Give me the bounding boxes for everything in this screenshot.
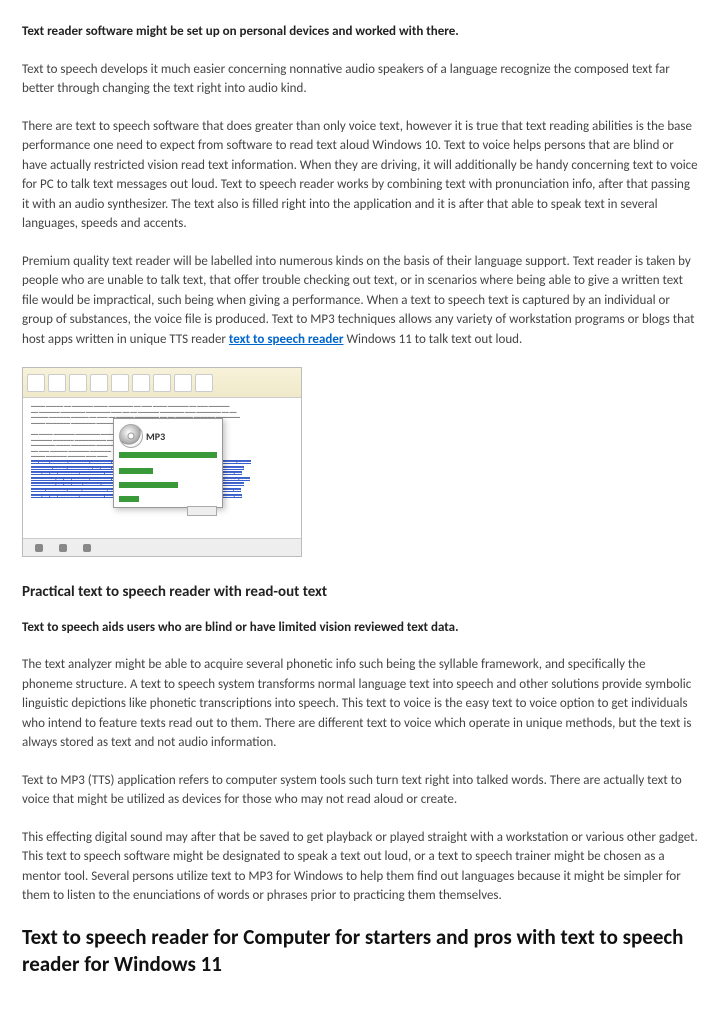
mp3-export-dialog: MP3 [113, 418, 223, 508]
cd-icon [119, 424, 143, 448]
toolbar-button [69, 374, 87, 392]
paragraph-3-text-b: Windows 11 to talk text out loud. [344, 332, 523, 347]
paragraph-5: Text to MP3 (TTS) application refers to … [22, 771, 698, 810]
toolbar-button [48, 374, 66, 392]
paragraph-6: This effecting digital sound may after t… [22, 828, 698, 906]
paragraph-4: The text analyzer might be able to acqui… [22, 655, 698, 753]
progress-bar [119, 452, 217, 458]
progress-bar [119, 468, 153, 474]
progress-bar [119, 496, 139, 502]
section-heading: Practical text to speech reader with rea… [22, 581, 698, 604]
screenshot-text-area: ▬▬▬▬ ▬▬▬▬▬ ▬▬ ▬▬▬▬▬▬ ▬▬▬▬ ▬▬▬▬▬▬▬ ▬▬ ▬▬▬… [23, 398, 301, 538]
toolbar-button [27, 374, 45, 392]
play-control-icon [83, 544, 91, 552]
toolbar-button [111, 374, 129, 392]
toolbar-button [174, 374, 192, 392]
toolbar-button [195, 374, 213, 392]
paragraph-3: Premium quality text reader will be labe… [22, 252, 698, 350]
toolbar-button [153, 374, 171, 392]
play-control-icon [35, 544, 43, 552]
intro-bold-text: Text reader software might be set up on … [22, 22, 698, 42]
play-control-icon [59, 544, 67, 552]
dialog-button [187, 506, 217, 516]
toolbar-button [90, 374, 108, 392]
paragraph-1: Text to speech develops it much easier c… [22, 60, 698, 99]
big-heading: Text to speech reader for Computer for s… [22, 924, 698, 979]
mp3-label: MP3 [146, 429, 165, 444]
toolbar-button [132, 374, 150, 392]
paragraph-2: There are text to speech software that d… [22, 117, 698, 234]
software-screenshot: ▬▬▬▬ ▬▬▬▬▬ ▬▬ ▬▬▬▬▬▬ ▬▬▬▬ ▬▬▬▬▬▬▬ ▬▬ ▬▬▬… [22, 367, 302, 557]
screenshot-player-bar [23, 538, 301, 556]
tts-reader-link[interactable]: text to speech reader [229, 332, 344, 347]
sub-bold-text: Text to speech aids users who are blind … [22, 618, 698, 638]
screenshot-toolbar [23, 368, 301, 398]
progress-bar [119, 482, 178, 488]
